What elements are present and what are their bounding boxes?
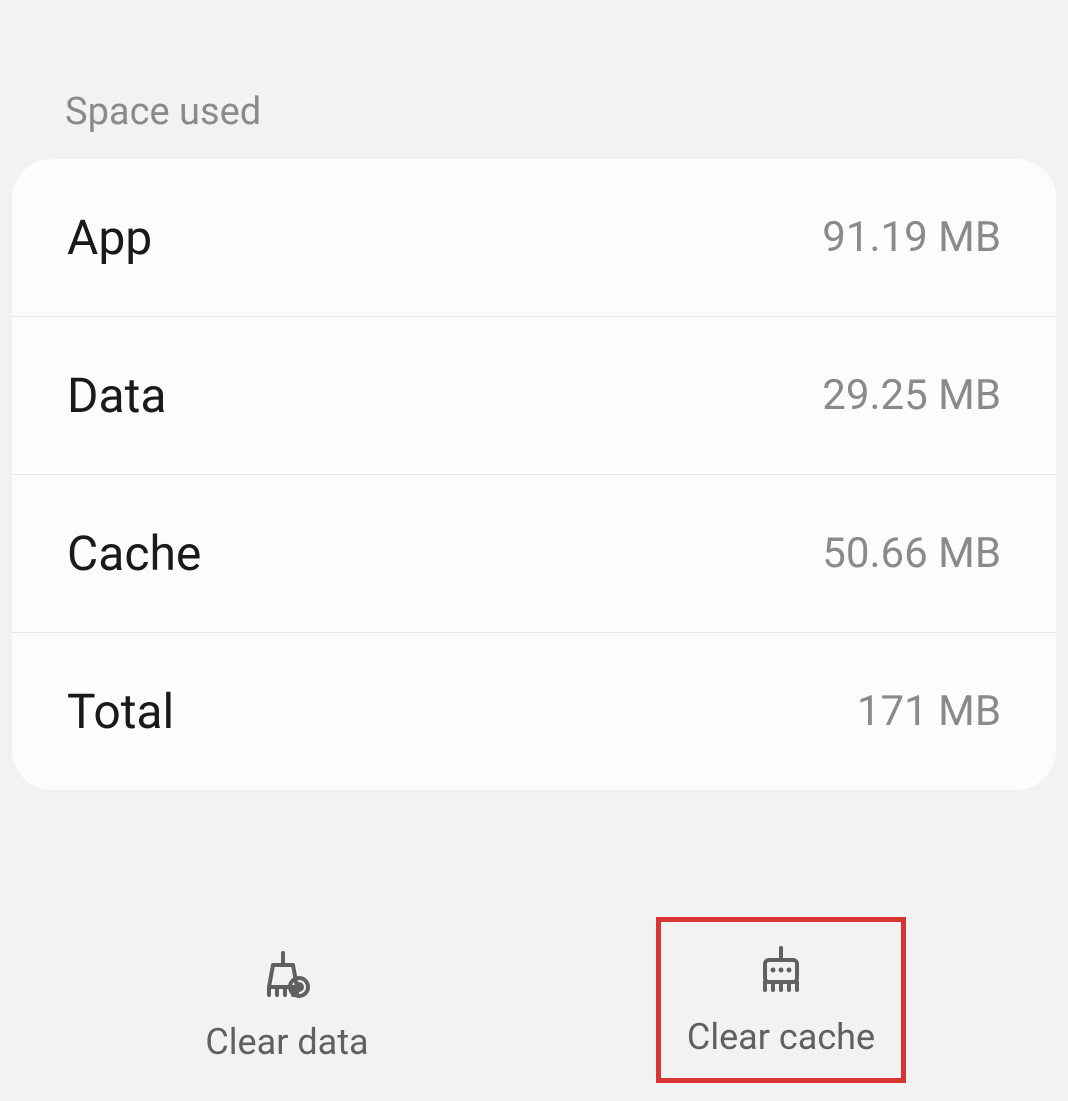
row-total-label: Total — [67, 683, 174, 740]
storage-card: App 91.19 MB Data 29.25 MB Cache 50.66 M… — [12, 159, 1056, 790]
row-total-value: 171 MB — [857, 687, 1001, 736]
row-total[interactable]: Total 171 MB — [12, 633, 1056, 790]
row-cache[interactable]: Cache 50.66 MB — [12, 475, 1056, 633]
row-data-label: Data — [67, 367, 166, 424]
row-data[interactable]: Data 29.25 MB — [12, 317, 1056, 475]
bottom-actions: Clear data Clear cache — [0, 917, 1068, 1083]
row-app-label: App — [67, 209, 152, 266]
broom-clear-cache-icon — [753, 942, 809, 998]
broom-clear-data-icon — [259, 947, 315, 1003]
clear-data-label: Clear data — [205, 1021, 368, 1063]
section-header: Space used — [0, 0, 1068, 159]
row-cache-label: Cache — [67, 525, 201, 582]
clear-data-button[interactable]: Clear data — [162, 927, 412, 1083]
clear-cache-button[interactable]: Clear cache — [656, 917, 906, 1083]
row-app[interactable]: App 91.19 MB — [12, 159, 1056, 317]
clear-cache-label: Clear cache — [687, 1016, 875, 1058]
row-app-value: 91.19 MB — [822, 213, 1001, 262]
row-cache-value: 50.66 MB — [822, 529, 1001, 578]
row-data-value: 29.25 MB — [822, 371, 1001, 420]
